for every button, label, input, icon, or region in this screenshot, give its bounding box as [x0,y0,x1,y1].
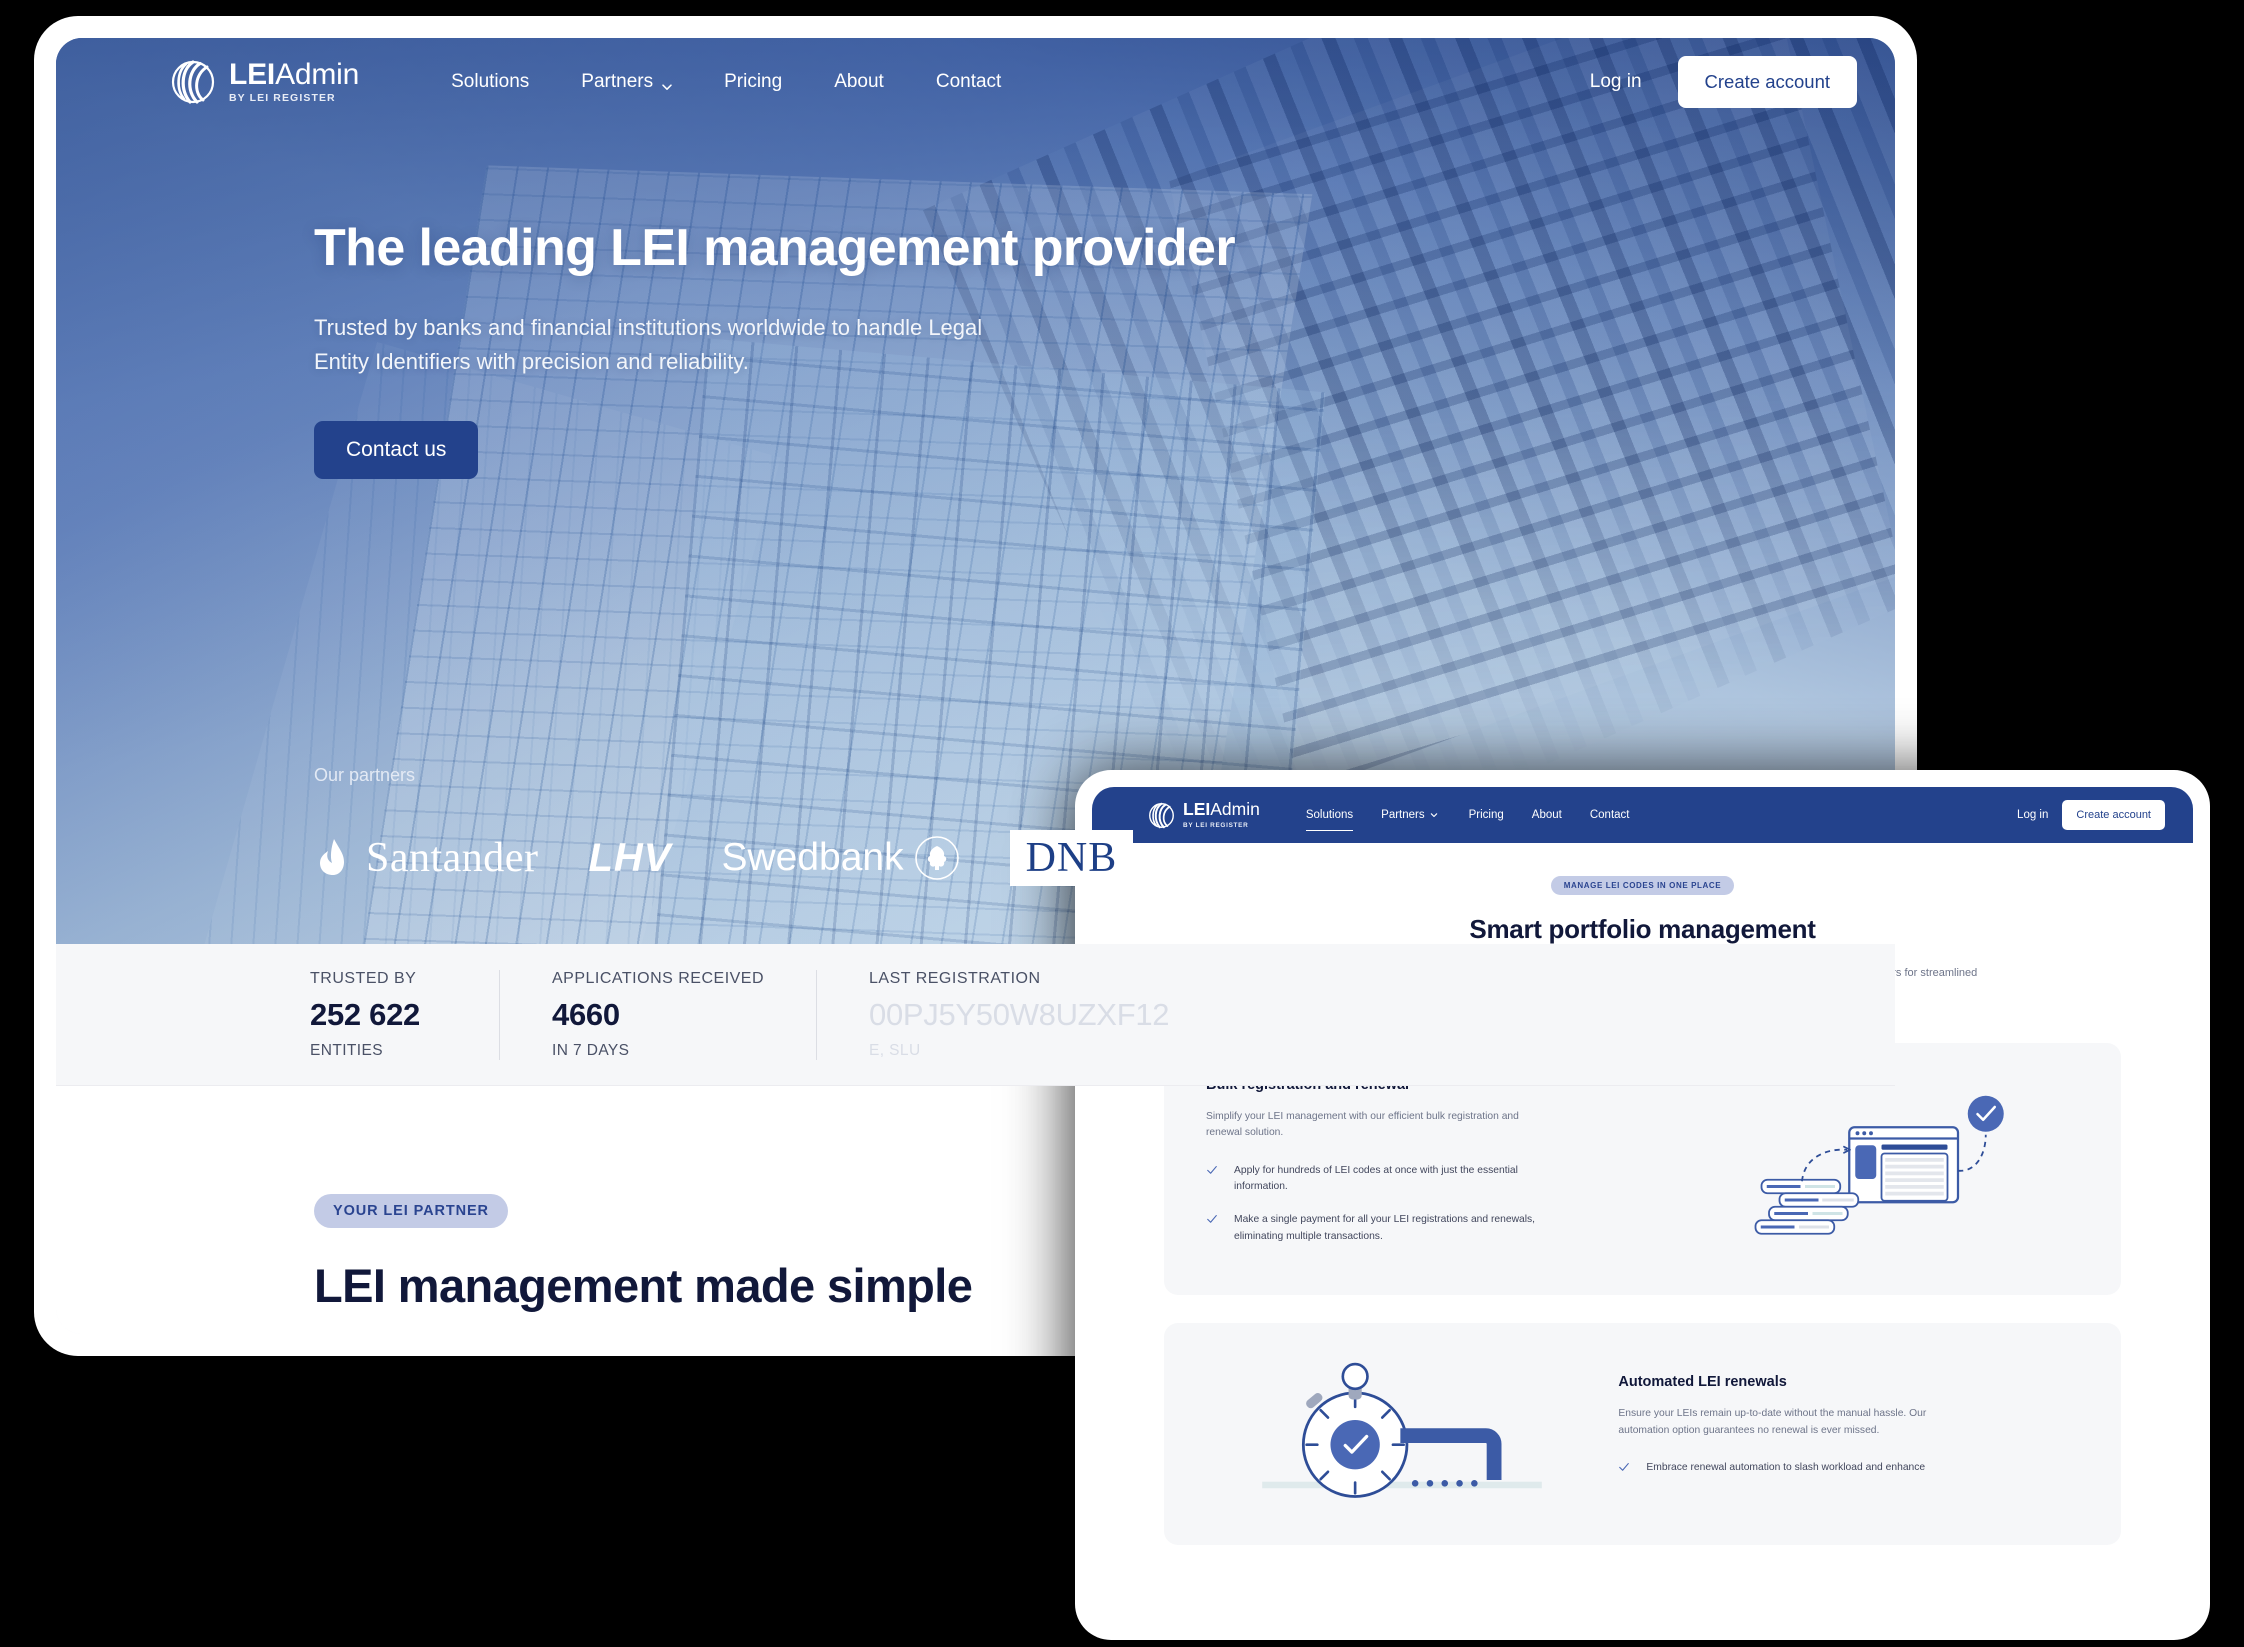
stat-label: LAST REGISTRATION [869,969,1041,987]
manage-lei-codes-badge: MANAGE LEI CODES IN ONE PLACE [1550,876,1735,895]
card-body: Ensure your LEIs remain up-to-date witho… [1618,1408,1927,1436]
nav-item-solutions[interactable]: Solutions [425,63,555,101]
nav-label: About [834,71,884,92]
tablet-logo-text: LEIAdmin BY LEI REGISTER [1183,799,1260,829]
leiadmin-globe-icon [1148,802,1175,829]
tablet-nav-actions: Log in Create account [2017,800,2165,830]
laptop-logo[interactable]: LEIAdmin BY LEI REGISTER [170,59,359,105]
dnb-wordmark: DNB [1025,835,1118,881]
list-item: Apply for hundreds of LEI codes at once … [1206,1163,1667,1196]
laptop-navbar: LEIAdmin BY LEI REGISTER Solutions Partn… [56,38,1895,126]
stat-value: 4660 [552,996,620,1032]
stat-sub: IN 7 DAYS [552,1041,630,1059]
hero-copy: The leading LEI management provider Trus… [56,126,1895,480]
partner-logo-dnb: DNB [1009,830,1134,886]
card-title: Automated LEI renewals [1618,1374,1787,1391]
partner-logo-santander: Santander [314,830,538,886]
list-item: Make a single payment for all your LEI r… [1206,1212,1667,1245]
logo-name-light: Admin [1210,799,1260,819]
list-item-text: Apply for hundreds of LEI codes at once … [1234,1164,1518,1193]
laptop-nav-actions: Log in Create account [1576,56,1857,108]
hero-paragraph: Trusted by banks and financial instituti… [314,315,983,374]
contact-us-button[interactable]: Contact us [314,421,479,480]
lhv-wordmark: LHV [588,835,672,880]
hero-heading: The leading LEI management provider [314,219,1236,277]
stat-applications-received: APPLICATIONS RECEIVED 4660 IN 7 DAYS [552,969,818,1060]
tablet-section-heading: Smart portfolio management [1469,914,1816,944]
automated-renewals-illustration [1206,1360,1598,1508]
leiadmin-globe-icon [170,59,216,105]
swedbank-oak-icon [914,835,960,881]
partners-logos: Santander LHV Swedbank DNB [314,830,1134,886]
partners-label: Our partners [314,765,416,785]
nav-label: Pricing [1468,809,1504,821]
list-item-text: Make a single payment for all your LEI r… [1234,1213,1536,1242]
nav-label: Contact [935,71,1002,92]
nav-label: About [1531,809,1562,821]
stat-sub: ENTITIES [310,1041,383,1059]
stat-label: APPLICATIONS RECEIVED [552,969,765,987]
stat-last-registration: LAST REGISTRATION 00PJ5Y50W8UZXF12 E, SL… [869,970,1221,1060]
list-item-text: Embrace renewal automation to slash work… [1646,1462,1926,1474]
logo-name-bold: LEI [1183,799,1211,819]
card-text: Automated LEI renewals Ensure your LEIs … [1618,1374,2079,1494]
logo-name-bold: LEI [229,58,276,92]
stat-value: 00PJ5Y50W8UZXF12 [869,996,1170,1032]
santander-flame-icon [314,836,354,880]
tablet-nav-item-about[interactable]: About [1518,803,1576,827]
partner-logo-lhv: LHV [588,830,671,886]
logo-tagline: BY LEI REGISTER [1183,822,1249,829]
tablet-nav-item-contact[interactable]: Contact [1576,803,1644,827]
stat-label: TRUSTED BY [310,969,417,987]
nav-label: Partners [1381,809,1425,821]
nav-item-pricing[interactable]: Pricing [698,63,808,101]
tablet-nav-item-solutions[interactable]: Solutions [1292,803,1367,831]
card-bullet-list: Embrace renewal automation to slash work… [1618,1460,2079,1478]
nav-label: Pricing [724,71,783,92]
laptop-nav-links: Solutions Partners Pricing About Contact [425,63,1027,101]
chevron-down-icon [1430,810,1441,821]
tablet-device-frame: LEIAdmin BY LEI REGISTER Solutions Partn… [1075,770,2210,1640]
chevron-down-icon [661,77,672,90]
tablet-nav-item-partners[interactable]: Partners [1367,803,1454,827]
swedbank-wordmark: Swedbank [721,836,904,879]
card-automated-renewals: Automated LEI renewals Ensure your LEIs … [1164,1323,2121,1546]
bulk-registration-illustration [1687,1082,2079,1255]
card-body: Simplify your LEI management with our ef… [1206,1110,1519,1139]
stat-value: 252 622 [310,996,420,1032]
stat-sub: E, SLU [869,1041,921,1059]
tablet-login-link[interactable]: Log in [2017,809,2048,821]
create-account-button[interactable]: Create account [1677,56,1857,108]
screenshot-stage: LEIAdmin BY LEI REGISTER Solutions Partn… [0,0,2244,1647]
card-bullet-list: Apply for hundreds of LEI codes at once … [1206,1163,1667,1246]
tablet-create-account-button[interactable]: Create account [2062,800,2165,830]
partners-block: Our partners Santander LHV Swedbank DNB [314,765,1134,886]
tablet-nav-links: Solutions Partners Pricing About Contact [1292,803,1644,831]
list-item: Embrace renewal automation to slash work… [1618,1460,2079,1478]
stats-strip: TRUSTED BY 252 622 ENTITIES APPLICATIONS… [56,944,1895,1086]
tablet-logo[interactable]: LEIAdmin BY LEI REGISTER [1148,799,1260,829]
tablet-nav-item-pricing[interactable]: Pricing [1455,803,1518,827]
check-icon [1206,1212,1218,1245]
check-icon [1618,1460,1630,1478]
your-lei-partner-badge: YOUR LEI PARTNER [314,1194,508,1228]
login-link[interactable]: Log in [1576,63,1656,101]
nav-item-about[interactable]: About [808,63,910,101]
nav-item-partners[interactable]: Partners [555,63,698,101]
tablet-navbar: LEIAdmin BY LEI REGISTER Solutions Partn… [1092,787,2193,843]
check-icon [1206,1163,1218,1196]
logo-tagline: BY LEI REGISTER [229,92,336,105]
santander-wordmark: Santander [366,835,539,881]
stat-trusted-by: TRUSTED BY 252 622 ENTITIES [310,969,500,1060]
tablet-screen: LEIAdmin BY LEI REGISTER Solutions Partn… [1092,787,2193,1623]
laptop-logo-text: LEIAdmin BY LEI REGISTER [229,60,359,104]
partner-logo-swedbank: Swedbank [721,830,959,886]
card-text: Bulk registration and renewal Simplify y… [1206,1077,1667,1262]
nav-label: Contact [1589,809,1630,821]
logo-name-light: Admin [275,58,360,92]
nav-item-contact[interactable]: Contact [910,63,1027,101]
nav-label: Solutions [451,71,530,92]
nav-label: Solutions [1305,809,1354,821]
nav-label: Partners [581,71,654,92]
